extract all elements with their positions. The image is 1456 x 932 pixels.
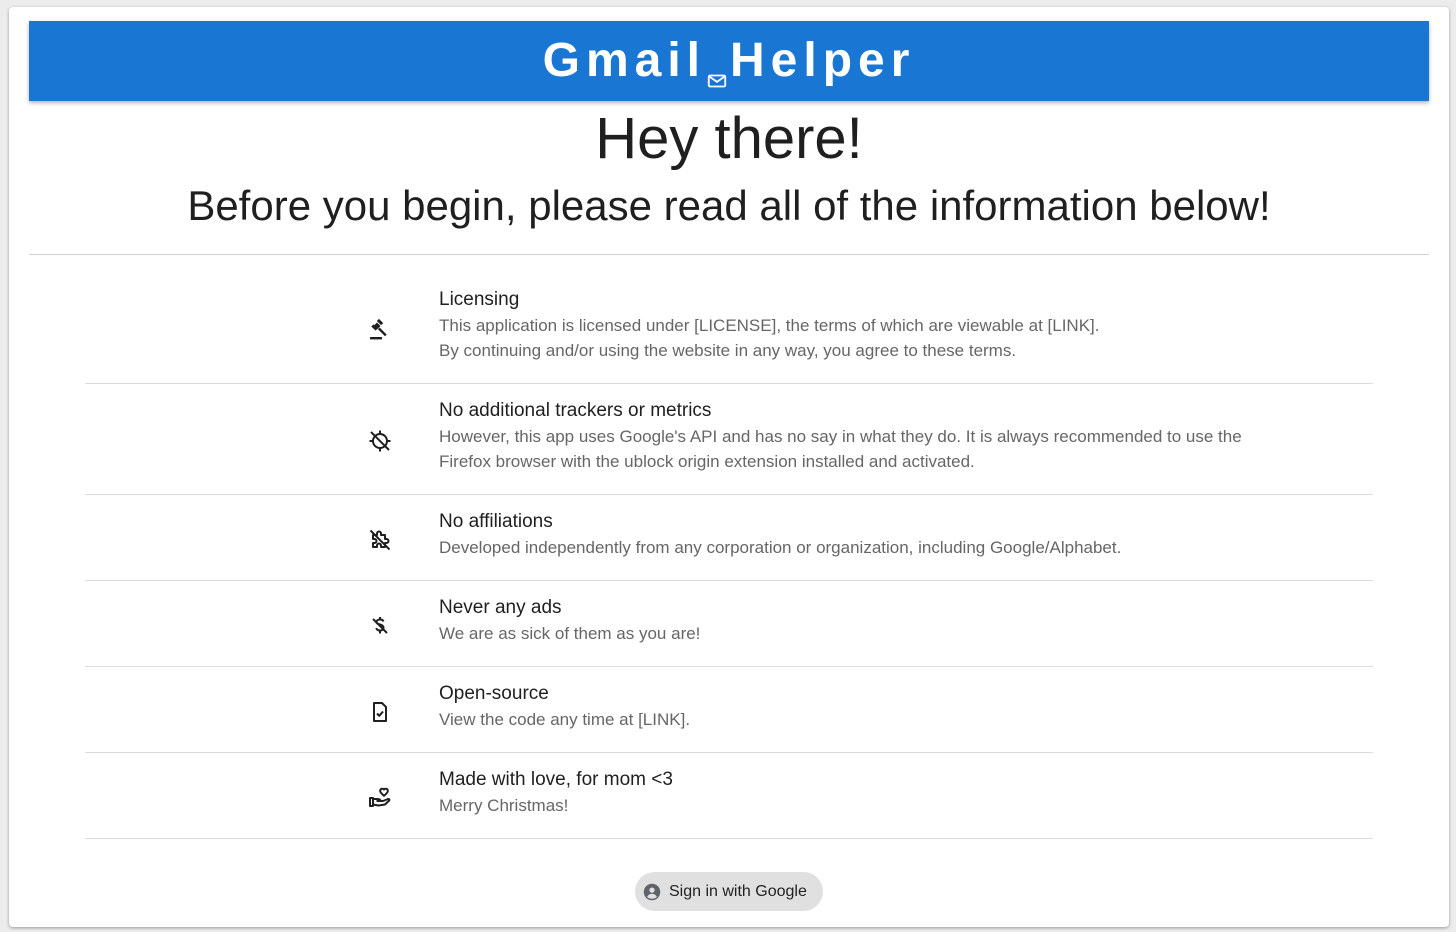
main-card: Gmail Helper Hey there! Before you begin… — [9, 7, 1449, 927]
item-title: Open-source — [439, 683, 549, 704]
item-description: Developed independently from any corpora… — [439, 538, 1122, 557]
account-circle-icon — [643, 883, 661, 901]
money-off-icon — [368, 614, 392, 638]
list-item-affiliations: No affiliations Developed independently … — [85, 495, 1373, 581]
intro-subtitle: Before you begin, please read all of the… — [187, 182, 1271, 229]
greeting-heading: Hey there! — [595, 106, 863, 171]
location-disabled-icon — [368, 429, 392, 453]
volunteer-heart-icon — [368, 786, 392, 810]
item-title: Licensing — [439, 289, 520, 310]
item-title: No affiliations — [439, 511, 553, 532]
app-title-left: Gmail — [542, 34, 706, 87]
sign-in-label: Sign in with Google — [669, 882, 807, 900]
list-item-love: Made with love, for mom <3 Merry Christm… — [85, 753, 1373, 839]
app-title-right: Helper — [730, 34, 916, 87]
header-divider — [29, 254, 1429, 255]
app-title: Gmail Helper — [542, 34, 916, 88]
sign-in-with-google-button[interactable]: Sign in with Google — [635, 872, 823, 911]
item-description: We are as sick of them as you are! — [439, 624, 701, 643]
list-item-open-source: Open-source View the code any time at [L… — [85, 667, 1373, 753]
item-description: However, this app uses Google's API and … — [439, 427, 1242, 471]
app-header: Gmail Helper — [29, 21, 1429, 101]
item-description: This application is licensed under [LICE… — [439, 316, 1100, 360]
list-item-licensing: Licensing This application is licensed u… — [85, 273, 1373, 384]
info-list: Licensing This application is licensed u… — [85, 273, 1373, 839]
mail-icon — [706, 53, 728, 88]
list-item-trackers: No additional trackers or metrics Howeve… — [85, 384, 1373, 495]
item-title: Made with love, for mom <3 — [439, 769, 673, 790]
item-description: Merry Christmas! — [439, 796, 569, 815]
gavel-icon — [368, 318, 392, 342]
file-check-icon — [368, 700, 392, 724]
item-description: View the code any time at [LINK]. — [439, 710, 691, 729]
item-title: Never any ads — [439, 597, 562, 618]
extension-off-icon — [368, 528, 392, 552]
item-title: No additional trackers or metrics — [439, 400, 712, 421]
list-item-ads: Never any ads We are as sick of them as … — [85, 581, 1373, 667]
